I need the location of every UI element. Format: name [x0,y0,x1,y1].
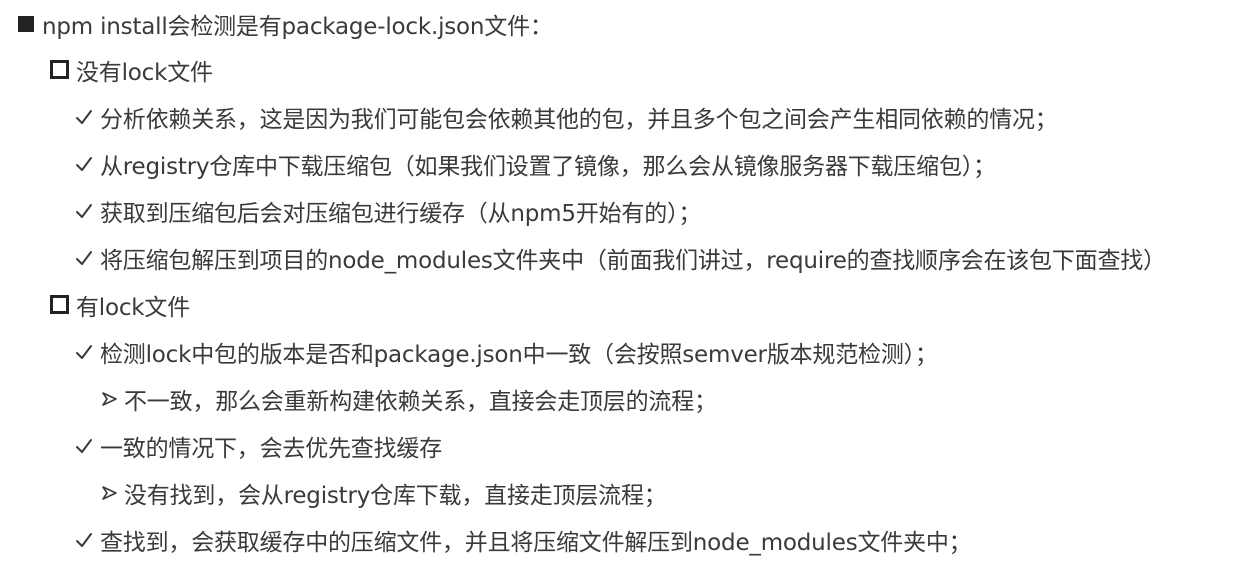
list-item-text: 不一致，那么会重新构建依赖关系，直接会走顶层的流程； [124,388,717,415]
list-item: 不一致，那么会重新构建依赖关系，直接会走顶层的流程； [0,375,717,422]
list-item: 获取到压缩包后会对压缩包进行缓存（从npm5开始有的）； [0,187,701,234]
list-item: npm install会检测是有package-lock.json文件： [0,0,553,47]
checkmark-icon [76,344,92,359]
list-item: 分析依赖关系，这是因为我们可能包会依赖其他的包，并且多个包之间会产生相同依赖的情… [0,93,1058,140]
list-item-text: 获取到压缩包后会对压缩包进行缓存（从npm5开始有的）； [100,200,702,227]
list-item: 有lock文件 [0,281,190,328]
list-item-text: 没有lock文件 [76,59,213,86]
list-item-text: 有lock文件 [76,294,191,321]
square-bullet-icon [18,15,34,32]
list-item-text: npm install会检测是有package-lock.json文件： [42,13,553,40]
hollow-square-bullet-icon [50,60,69,79]
checkmark-icon [76,109,92,124]
checkmark-icon [76,532,92,547]
arrow-bullet-icon [102,391,117,406]
arrow-bullet-icon [102,485,117,500]
list-item-text: 一致的情况下，会去优先查找缓存 [100,435,443,462]
checkmark-icon [76,438,92,453]
list-item-text: 从registry仓库中下载压缩包（如果我们设置了镜像，那么会从镜像服务器下载压… [100,153,996,180]
list-item-text: 分析依赖关系，这是因为我们可能包会依赖其他的包，并且多个包之间会产生相同依赖的情… [100,106,1058,133]
list-item: 从registry仓库中下载压缩包（如果我们设置了镜像，那么会从镜像服务器下载压… [0,140,996,187]
list-item-text: 将压缩包解压到项目的node_modules文件夹中（前面我们讲过，requir… [100,247,1166,274]
list-item: 将压缩包解压到项目的node_modules文件夹中（前面我们讲过，requir… [0,234,1166,281]
list-item-text: 检测lock中包的版本是否和package.json中一致（会按照semver版… [100,341,938,368]
list-item: 没有找到，会从registry仓库下载，直接走顶层流程； [0,469,667,516]
list-item-text: 查找到，会获取缓存中的压缩文件，并且将压缩文件解压到node_modules文件… [100,529,972,556]
checkmark-icon [76,203,92,218]
list-item: 没有lock文件 [0,46,213,93]
list-item: 一致的情况下，会去优先查找缓存 [0,422,442,469]
checkmark-icon [76,156,92,171]
list-item: 检测lock中包的版本是否和package.json中一致（会按照semver版… [0,328,938,375]
checkmark-icon [76,250,92,265]
list-item: 查找到，会获取缓存中的压缩文件，并且将压缩文件解压到node_modules文件… [0,516,972,563]
hollow-square-bullet-icon [50,295,69,314]
list-item-text: 没有找到，会从registry仓库下载，直接走顶层流程； [124,482,667,509]
